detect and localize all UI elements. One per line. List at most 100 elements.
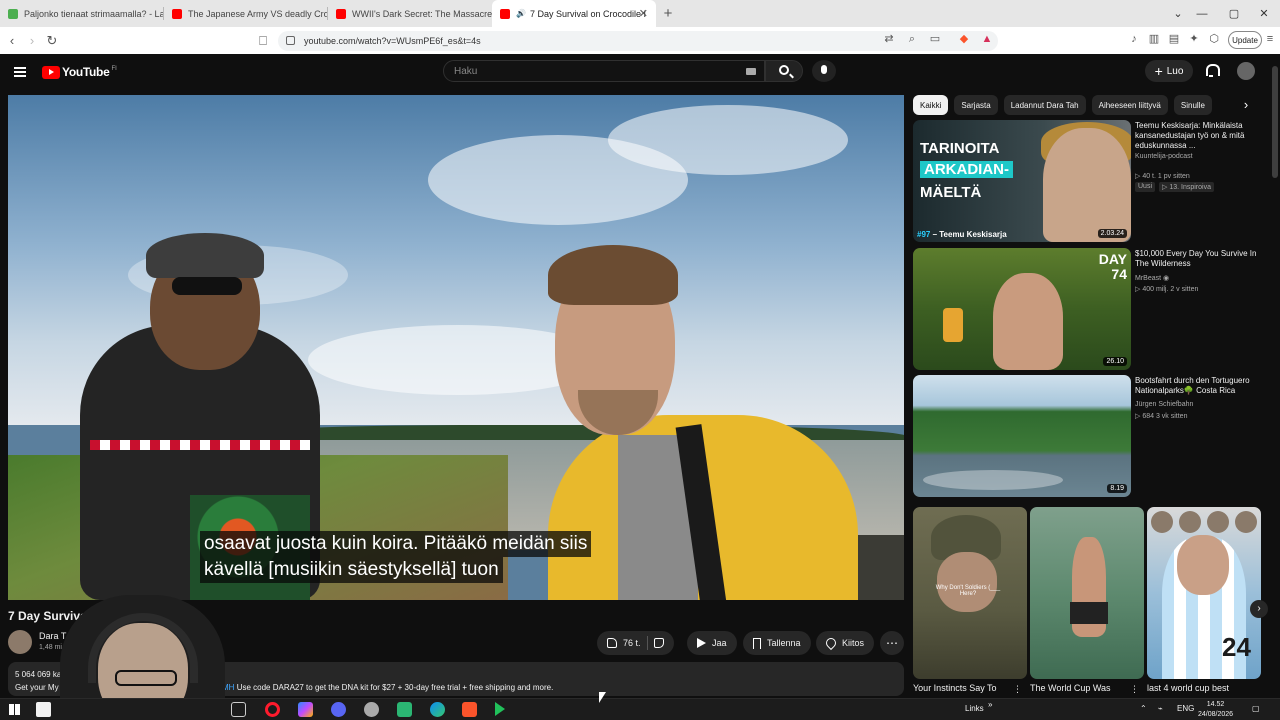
reader-icon[interactable]: ▤ xyxy=(1167,32,1181,46)
brave-shield-icon[interactable]: ◆ xyxy=(957,32,971,46)
save-button[interactable]: Tallenna xyxy=(743,631,811,655)
translate-icon[interactable]: ⇄ xyxy=(882,32,896,46)
recommendation-channel[interactable]: Kuuntelija-podcast xyxy=(1135,153,1193,160)
channel-avatar[interactable] xyxy=(8,630,32,654)
tab-favicon-icon xyxy=(8,8,18,19)
guide-menu-icon[interactable] xyxy=(14,67,26,77)
tray-overflow-icon[interactable]: ⌃ xyxy=(1140,704,1147,713)
network-icon[interactable]: ⌁ xyxy=(1158,704,1163,713)
page-scrollbar[interactable] xyxy=(1270,54,1280,700)
video-thumbnail[interactable]: 8.19 xyxy=(913,375,1131,497)
browser-tab-active[interactable]: 🔊 7 Day Survival on Crocodile I ✕ xyxy=(492,0,656,27)
chip-uploaded-by[interactable]: Ladannut Dara Tah xyxy=(1003,95,1086,115)
music-icon[interactable]: ♪ xyxy=(1127,32,1141,46)
recommendation-title[interactable]: Teemu Keskisarja: Minkälaista kansanedus… xyxy=(1135,121,1261,151)
forward-button[interactable]: › xyxy=(22,33,42,48)
new-tab-button[interactable]: + xyxy=(656,5,680,22)
short-menu-icon[interactable]: ⋮ xyxy=(1013,684,1022,695)
shorts-shelf: Why Don't Soldiers (___ Here? 24 xyxy=(913,507,1261,679)
subscriber-count: 1,48 mi xyxy=(39,644,62,651)
copilot-icon[interactable] xyxy=(298,702,313,717)
sidebar-icon[interactable]: ▥ xyxy=(1147,32,1161,46)
recommendation-item[interactable]: DAY 74 26.10 $10,000 Every Day You Survi… xyxy=(913,248,1263,370)
search-icon[interactable] xyxy=(36,702,51,717)
browser-tab-1[interactable]: Paljonko tienaat strimaamalla? - Las xyxy=(0,0,164,27)
taskbar-clock[interactable]: 14.52 24/08/2026 xyxy=(1198,700,1233,720)
account-avatar[interactable] xyxy=(1237,62,1255,80)
notifications-bell-icon[interactable] xyxy=(1205,63,1220,77)
short-caption: Why Don't Soldiers (___ Here? xyxy=(935,585,1001,597)
browser-tab-3[interactable]: WWII's Dark Secret: The Massacre of xyxy=(328,0,492,27)
video-thumbnail[interactable]: TARINOITA ARKADIAN- MÄELTÄ #97 – Teemu K… xyxy=(913,120,1131,242)
chip-series[interactable]: Sarjasta xyxy=(954,95,998,115)
search-button[interactable] xyxy=(765,60,803,82)
menu-icon[interactable]: ≡ xyxy=(1263,32,1277,46)
short-thumbnail[interactable] xyxy=(1030,507,1144,679)
close-tab-icon[interactable]: ✕ xyxy=(639,7,648,20)
recommendation-channel[interactable]: Jürgen Schiefbahn xyxy=(1135,401,1193,408)
discord-icon[interactable] xyxy=(331,702,346,717)
toolbar-chevron-icon[interactable]: » xyxy=(988,700,992,709)
minimize-button[interactable]: — xyxy=(1188,0,1216,27)
brave-rewards-icon[interactable]: ▲ xyxy=(980,32,994,46)
maximize-button[interactable]: ▢ xyxy=(1220,0,1248,27)
android-studio-icon[interactable] xyxy=(397,702,412,717)
bookmark-icon[interactable]: ⎕ xyxy=(253,33,273,49)
share-button[interactable]: Jaa xyxy=(687,631,737,655)
video-thumbnail[interactable]: DAY 74 26.10 xyxy=(913,248,1131,370)
short-title[interactable]: The World Cup Was xyxy=(1030,683,1134,693)
media-player-icon[interactable] xyxy=(495,702,505,716)
chip-related[interactable]: Aiheeseen liittyvä xyxy=(1091,95,1168,115)
short-title[interactable]: Your Instincts Say To xyxy=(913,683,1017,693)
edge-icon[interactable] xyxy=(430,702,445,717)
person-right xyxy=(548,415,858,600)
thumb-text-line: TARINOITA xyxy=(920,140,1000,157)
short-thumbnail[interactable]: Why Don't Soldiers (___ Here? xyxy=(913,507,1027,679)
chips-next-chevron-icon[interactable]: › xyxy=(1238,95,1254,115)
chip-all[interactable]: Kaikki xyxy=(913,95,949,115)
short-title[interactable]: last 4 world cup best xyxy=(1147,683,1251,693)
reload-button[interactable]: ↻ xyxy=(42,33,62,49)
shorts-next-chevron-icon[interactable]: › xyxy=(1250,600,1268,618)
create-button[interactable]: + Luo xyxy=(1145,60,1193,82)
thumb-text-line: ARKADIAN- xyxy=(920,161,1013,178)
chip-for-you[interactable]: Sinulle xyxy=(1173,95,1212,115)
steam-icon[interactable] xyxy=(364,702,379,717)
site-info-icon[interactable] xyxy=(286,36,295,45)
like-count[interactable]: 76 t. xyxy=(623,638,641,648)
close-window-button[interactable]: ✕ xyxy=(1250,0,1278,27)
more-actions-button[interactable]: ⋯ xyxy=(880,631,904,655)
video-player[interactable]: osaavat juosta kuin koira. Pitääkö meidä… xyxy=(8,95,904,600)
thanks-button[interactable]: Kiitos xyxy=(816,631,875,655)
zoom-icon[interactable]: ⌕ xyxy=(905,32,919,46)
brave-browser-icon[interactable] xyxy=(462,702,477,717)
wallet-icon[interactable]: ⬡ xyxy=(1207,32,1221,46)
like-icon[interactable] xyxy=(607,638,617,648)
notification-center-icon[interactable]: ▢ xyxy=(1252,704,1260,713)
browser-tab-2[interactable]: The Japanese Army VS deadly Crocod xyxy=(164,0,328,27)
back-button[interactable]: ‹ xyxy=(2,33,22,48)
search-input[interactable]: Haku xyxy=(443,60,765,82)
recommendation-title[interactable]: $10,000 Every Day You Survive In The Wil… xyxy=(1135,249,1261,269)
keyboard-icon[interactable] xyxy=(746,68,756,75)
recommendation-title[interactable]: Bootsfahrt durch den Tortuguero National… xyxy=(1135,376,1261,396)
youtube-logo[interactable]: YouTube FI xyxy=(42,65,117,79)
language-indicator[interactable]: ENG xyxy=(1177,704,1194,713)
recommendation-item[interactable]: 8.19 Bootsfahrt durch den Tortuguero Nat… xyxy=(913,375,1263,497)
voice-search-icon[interactable] xyxy=(812,60,836,82)
dislike-icon[interactable] xyxy=(653,638,664,648)
extensions-icon[interactable]: ✦ xyxy=(1187,32,1201,46)
cast-icon[interactable]: ▭ xyxy=(928,32,942,46)
channel-name[interactable]: Dara T xyxy=(39,631,66,641)
short-thumbnail[interactable]: 24 xyxy=(1147,507,1261,679)
scrollbar-thumb[interactable] xyxy=(1272,66,1278,178)
task-view-icon[interactable] xyxy=(231,702,246,717)
links-toolbar[interactable]: Links xyxy=(965,704,984,713)
video-duration: 26.10 xyxy=(1103,357,1127,366)
recommendation-channel[interactable]: MrBeast ◉ xyxy=(1135,274,1169,282)
short-menu-icon[interactable]: ⋮ xyxy=(1130,684,1139,695)
recommendation-item[interactable]: TARINOITA ARKADIAN- MÄELTÄ #97 – Teemu K… xyxy=(913,120,1263,242)
windows-start-icon[interactable] xyxy=(9,704,20,715)
update-button[interactable]: Update xyxy=(1228,31,1262,49)
opera-icon[interactable] xyxy=(265,702,280,717)
